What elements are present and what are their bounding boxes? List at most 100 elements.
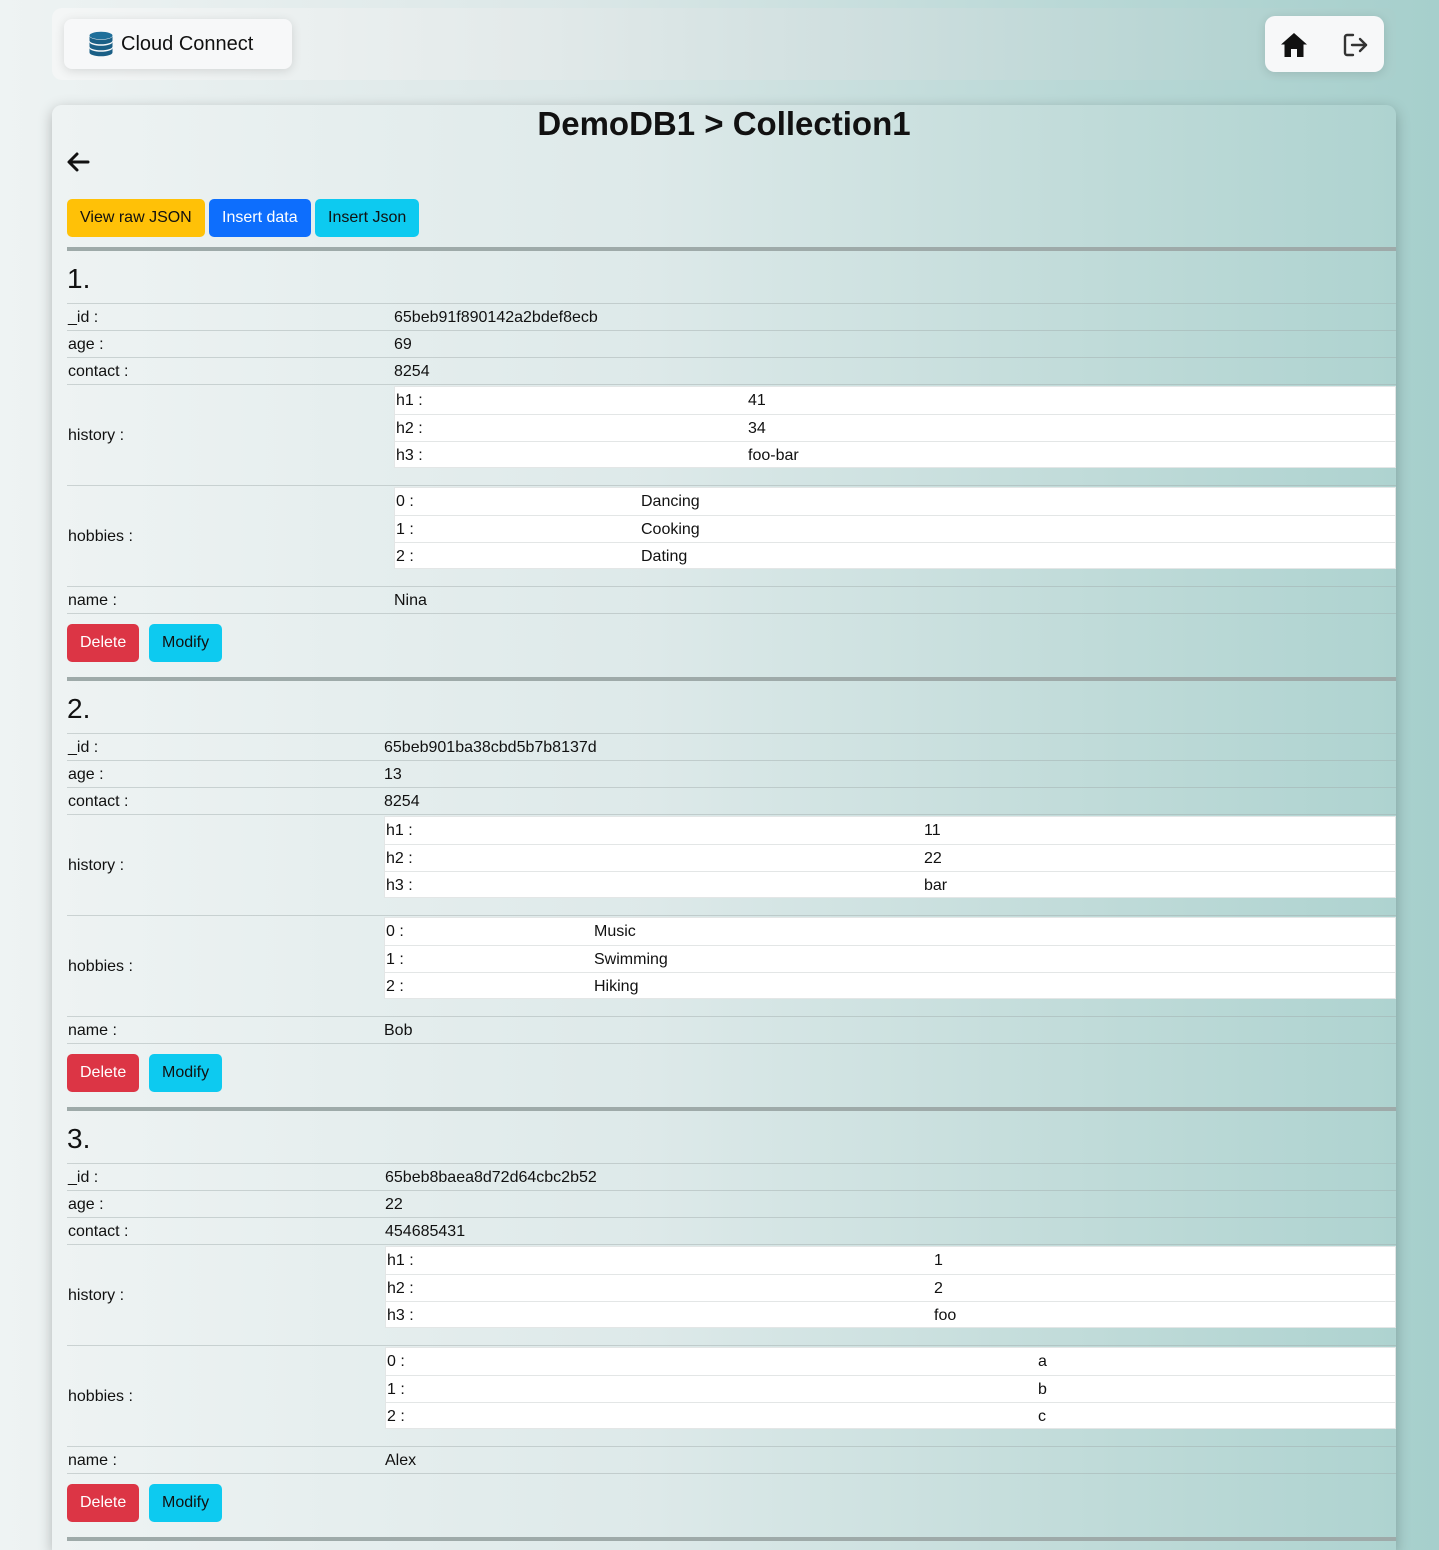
row-divider: [67, 814, 1396, 815]
field-value-contact: 8254: [394, 363, 430, 380]
field-value-contact: 454685431: [385, 1223, 466, 1240]
hobby-value: b: [1038, 1381, 1047, 1398]
hobby-row: 0 : Dancing: [395, 488, 1395, 515]
delete-button[interactable]: Delete: [67, 624, 140, 662]
hobby-value: c: [1038, 1408, 1046, 1425]
delete-button[interactable]: Delete: [67, 1054, 140, 1092]
field-value-age: 22: [385, 1196, 403, 1213]
history-table: h1 : 11 h2 : 22 h3 : bar: [384, 816, 1396, 898]
hobby-value: Dancing: [641, 493, 700, 510]
record-number: 2.: [67, 693, 91, 724]
row-divider: [67, 915, 1396, 916]
history-value: 22: [924, 850, 942, 867]
hobby-row: 1 : b: [386, 1375, 1395, 1403]
history-row: h2 : 34: [395, 414, 1395, 442]
record-card: 3. _id : 65beb8baea8d72d64cbc2b52 age : …: [67, 1107, 1396, 1537]
row-divider: [67, 1190, 1396, 1191]
hobby-key: 1 :: [386, 951, 404, 968]
field-key-age: age :: [68, 336, 104, 353]
hobby-key: 1 :: [396, 521, 414, 538]
insert-data-button[interactable]: Insert data: [209, 199, 311, 237]
hobby-row: 0 : a: [386, 1348, 1395, 1375]
history-value: foo-bar: [748, 447, 799, 464]
history-row: h2 : 22: [385, 844, 1395, 872]
nav-actions: [1265, 16, 1384, 72]
record-number: 3.: [67, 1123, 91, 1154]
field-key-hobbies: hobbies :: [68, 1388, 133, 1405]
row-divider: [67, 733, 1396, 734]
field-key-name: name :: [68, 1452, 117, 1469]
field-key-id: _id :: [68, 1169, 99, 1186]
hobby-row: 0 : Music: [385, 918, 1395, 945]
hobby-key: 2 :: [396, 548, 414, 565]
history-key: h1 :: [396, 392, 423, 409]
history-row: h2 : 2: [386, 1274, 1395, 1302]
hobby-key: 2 :: [387, 1408, 405, 1425]
brand-link[interactable]: Cloud Connect: [64, 19, 292, 69]
page-title: DemoDB1 > Collection1: [537, 105, 911, 142]
record-separator: [67, 677, 1396, 681]
history-row: h3 : bar: [385, 871, 1395, 899]
hobby-value: Cooking: [641, 521, 700, 538]
field-key-age: age :: [68, 766, 104, 783]
row-divider: [67, 760, 1396, 761]
field-value-name: Nina: [394, 592, 427, 609]
history-value: 41: [748, 392, 766, 409]
hobby-row: 1 : Cooking: [395, 515, 1395, 543]
field-key-hobbies: hobbies :: [68, 528, 133, 545]
record-list: 1. _id : 65beb91f890142a2bdef8ecb age : …: [67, 247, 1396, 1547]
delete-button[interactable]: Delete: [67, 1484, 140, 1522]
record-separator: [67, 1537, 1396, 1541]
hobby-key: 0 :: [387, 1353, 405, 1370]
history-row: h1 : 11: [385, 817, 1395, 844]
history-key: h1 :: [387, 1252, 414, 1269]
history-row: h1 : 41: [395, 387, 1395, 414]
modify-button[interactable]: Modify: [149, 624, 223, 662]
row-divider: [67, 330, 1396, 331]
hobby-value: a: [1038, 1353, 1047, 1370]
navbar: Cloud Connect: [52, 8, 1396, 80]
hobby-value: Hiking: [594, 978, 639, 995]
record-card: [67, 1537, 1396, 1547]
hobby-row: 2 : Hiking: [385, 972, 1395, 1000]
history-row: h3 : foo-bar: [395, 441, 1395, 469]
field-key-history: history :: [68, 1287, 125, 1304]
row-divider: [67, 1345, 1396, 1346]
history-value: bar: [924, 877, 948, 894]
insert-json-button[interactable]: Insert Json: [315, 199, 420, 237]
field-value-name: Alex: [385, 1452, 417, 1469]
field-key-age: age :: [68, 1196, 104, 1213]
view-raw-json-button[interactable]: View raw JSON: [67, 199, 205, 237]
modify-button[interactable]: Modify: [149, 1054, 223, 1092]
history-value: foo: [934, 1307, 957, 1324]
history-table: h1 : 1 h2 : 2 h3 : foo: [385, 1246, 1396, 1328]
brand-name: Cloud Connect: [121, 32, 254, 55]
arrow-left-icon[interactable]: [66, 151, 90, 173]
row-divider: [67, 357, 1396, 358]
row-divider: [67, 1163, 1396, 1164]
history-key: h3 :: [396, 447, 423, 464]
field-value-contact: 8254: [384, 793, 420, 810]
record-card: 2. _id : 65beb901ba38cbd5b7b8137d age : …: [67, 677, 1396, 1107]
history-table: h1 : 41 h2 : 34 h3 : foo-bar: [394, 386, 1396, 468]
history-key: h1 :: [386, 822, 413, 839]
hobbies-table: 0 : Music 1 : Swimming 2 : Hiking: [384, 917, 1396, 999]
logout-icon[interactable]: [1341, 30, 1371, 60]
home-icon[interactable]: [1279, 30, 1309, 60]
modify-button[interactable]: Modify: [149, 1484, 223, 1522]
hobby-key: 0 :: [386, 923, 404, 940]
history-key: h3 :: [386, 877, 413, 894]
hobby-row: 1 : Swimming: [385, 945, 1395, 973]
field-value-id: 65beb901ba38cbd5b7b8137d: [384, 739, 597, 756]
field-key-name: name :: [68, 1022, 117, 1039]
field-key-history: history :: [68, 857, 125, 874]
row-divider: [67, 586, 1396, 587]
row-divider: [67, 303, 1396, 304]
history-value: 11: [924, 822, 941, 839]
field-key-history: history :: [68, 427, 125, 444]
row-divider: [67, 485, 1396, 486]
hobby-row: 2 : Dating: [395, 542, 1395, 570]
field-key-contact: contact :: [68, 1223, 129, 1240]
field-key-contact: contact :: [68, 793, 129, 810]
history-key: h2 :: [387, 1280, 414, 1297]
